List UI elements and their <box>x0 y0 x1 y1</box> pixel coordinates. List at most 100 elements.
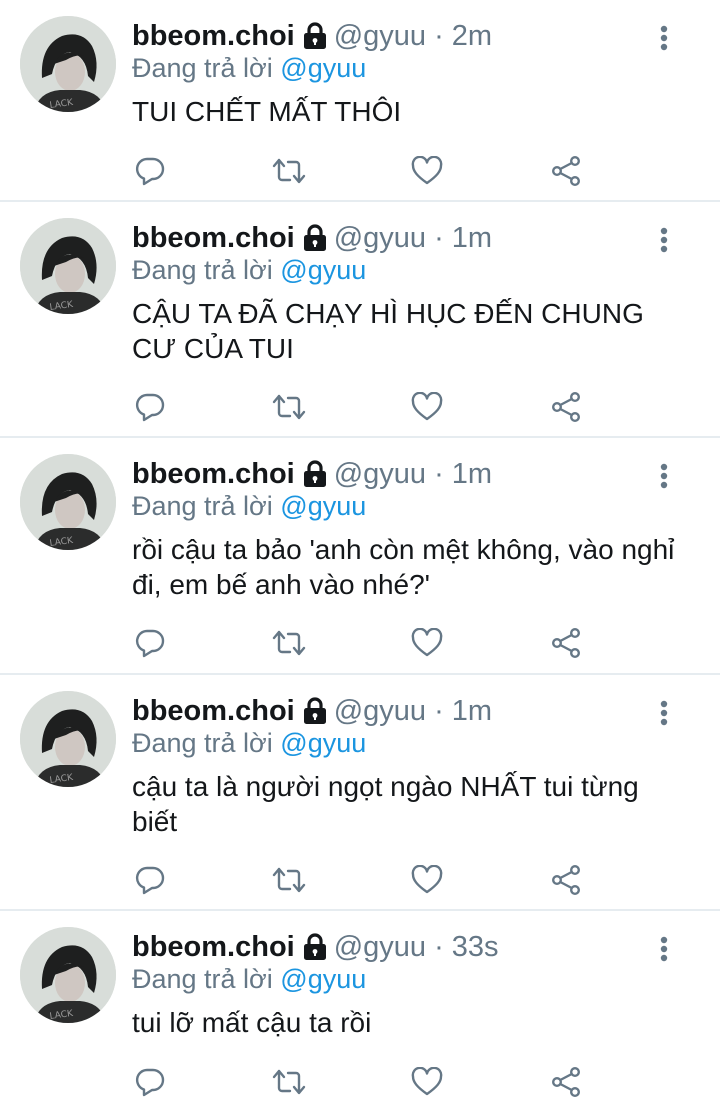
share-button[interactable] <box>548 390 584 424</box>
like-button[interactable] <box>409 626 445 660</box>
more-options-button[interactable] <box>644 933 684 965</box>
author-handle[interactable]: @gyuu <box>334 458 426 491</box>
like-icon <box>411 865 443 894</box>
more-vertical-icon <box>660 700 668 726</box>
separator-dot: · <box>434 694 444 727</box>
replying-to: Đang trả lời @gyuu <box>132 53 366 84</box>
retweet-button[interactable] <box>271 863 307 897</box>
replying-to-label: Đang trả lời <box>132 255 273 285</box>
replying-to: Đang trả lời @gyuu <box>132 491 366 522</box>
tweet[interactable]: LACK bbeom.choi @gyuu · 33s Đang trả lời… <box>0 911 720 1113</box>
more-vertical-icon <box>660 227 668 253</box>
like-button[interactable] <box>409 863 445 897</box>
tweet-header: bbeom.choi @gyuu · 1m <box>132 454 492 494</box>
lock-icon <box>303 460 326 487</box>
timestamp[interactable]: 1m <box>452 222 492 255</box>
more-options-button[interactable] <box>644 22 684 54</box>
replying-to-label: Đang trả lời <box>132 728 273 758</box>
action-bar <box>132 154 584 188</box>
tweet-text: rồi cậu ta bảo 'anh còn mệt không, vào n… <box>132 534 675 600</box>
share-icon <box>551 865 580 896</box>
share-button[interactable] <box>548 1065 584 1099</box>
tweet[interactable]: LACK bbeom.choi @gyuu · 1m Đang trả lời … <box>0 202 720 438</box>
reply-icon <box>135 393 165 422</box>
timestamp[interactable]: 1m <box>452 695 492 728</box>
reply-icon <box>135 629 165 658</box>
author-handle[interactable]: @gyuu <box>334 695 426 728</box>
tweet-header: bbeom.choi @gyuu · 1m <box>132 691 492 731</box>
action-bar <box>132 1065 584 1099</box>
timeline: LACK bbeom.choi @gyuu · 2m Đang trả lời … <box>0 0 720 1113</box>
like-icon <box>411 1067 443 1096</box>
avatar[interactable]: LACK <box>20 454 116 550</box>
separator-dot: · <box>434 930 444 963</box>
avatar[interactable]: LACK <box>20 16 116 112</box>
retweet-button[interactable] <box>271 154 307 188</box>
tweet[interactable]: LACK bbeom.choi @gyuu · 2m Đang trả lời … <box>0 0 720 202</box>
action-bar <box>132 626 584 660</box>
mention-link[interactable]: @gyuu <box>280 491 366 521</box>
share-icon <box>551 392 580 423</box>
tweet[interactable]: LACK bbeom.choi @gyuu · 1m Đang trả lời … <box>0 438 720 675</box>
avatar-image: LACK <box>20 16 116 112</box>
like-button[interactable] <box>409 1065 445 1099</box>
more-vertical-icon <box>660 463 668 489</box>
more-options-button[interactable] <box>644 697 684 729</box>
separator-dot: · <box>434 457 444 490</box>
avatar-image: LACK <box>20 691 116 787</box>
retweet-icon <box>272 867 305 893</box>
mention-link[interactable]: @gyuu <box>280 964 366 994</box>
more-options-button[interactable] <box>644 224 684 256</box>
author-name[interactable]: bbeom.choi <box>132 20 295 53</box>
avatar[interactable]: LACK <box>20 691 116 787</box>
reply-button[interactable] <box>132 863 168 897</box>
lock-icon <box>303 22 326 49</box>
replying-to-label: Đang trả lời <box>132 964 273 994</box>
mention-link[interactable]: @gyuu <box>280 53 366 83</box>
share-icon <box>551 628 580 659</box>
reply-icon <box>135 157 165 186</box>
share-button[interactable] <box>548 154 584 188</box>
retweet-button[interactable] <box>271 390 307 424</box>
retweet-icon <box>272 158 305 184</box>
reply-button[interactable] <box>132 390 168 424</box>
share-button[interactable] <box>548 626 584 660</box>
reply-button[interactable] <box>132 1065 168 1099</box>
replying-to: Đang trả lời @gyuu <box>132 964 366 995</box>
tweet-header: bbeom.choi @gyuu · 1m <box>132 218 492 258</box>
mention-link[interactable]: @gyuu <box>280 255 366 285</box>
reply-button[interactable] <box>132 626 168 660</box>
timestamp[interactable]: 1m <box>452 458 492 491</box>
author-name[interactable]: bbeom.choi <box>132 458 295 491</box>
author-name[interactable]: bbeom.choi <box>132 695 295 728</box>
reply-button[interactable] <box>132 154 168 188</box>
retweet-icon <box>272 394 305 420</box>
timestamp[interactable]: 33s <box>452 931 499 964</box>
more-options-button[interactable] <box>644 460 684 492</box>
separator-dot: · <box>434 19 444 52</box>
tweet-text: TUI CHẾT MẤT THÔI <box>132 96 402 127</box>
replying-to-label: Đang trả lời <box>132 491 273 521</box>
more-vertical-icon <box>660 25 668 51</box>
author-name[interactable]: bbeom.choi <box>132 931 295 964</box>
timestamp[interactable]: 2m <box>452 20 492 53</box>
tweet[interactable]: LACK bbeom.choi @gyuu · 1m Đang trả lời … <box>0 675 720 911</box>
avatar[interactable]: LACK <box>20 927 116 1023</box>
more-vertical-icon <box>660 936 668 962</box>
like-button[interactable] <box>409 154 445 188</box>
retweet-button[interactable] <box>271 1065 307 1099</box>
share-icon <box>551 156 580 187</box>
like-icon <box>411 392 443 421</box>
share-button[interactable] <box>548 863 584 897</box>
author-handle[interactable]: @gyuu <box>334 931 426 964</box>
mention-link[interactable]: @gyuu <box>280 728 366 758</box>
replying-to: Đang trả lời @gyuu <box>132 728 366 759</box>
avatar[interactable]: LACK <box>20 218 116 314</box>
like-icon <box>411 628 443 657</box>
replying-to: Đang trả lời @gyuu <box>132 255 366 286</box>
author-name[interactable]: bbeom.choi <box>132 222 295 255</box>
like-button[interactable] <box>409 390 445 424</box>
retweet-button[interactable] <box>271 626 307 660</box>
author-handle[interactable]: @gyuu <box>334 222 426 255</box>
author-handle[interactable]: @gyuu <box>334 20 426 53</box>
